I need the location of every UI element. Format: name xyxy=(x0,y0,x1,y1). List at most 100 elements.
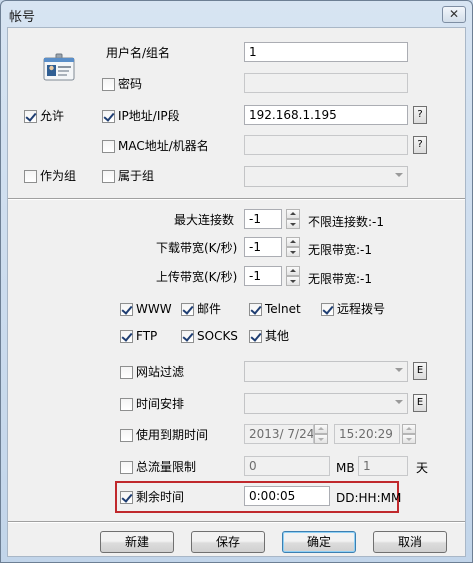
expiry-time-input[interactable]: 15:20:29 xyxy=(334,424,400,444)
expiry-checkbox[interactable]: 使用到期时间 xyxy=(120,427,208,443)
service-mail-check[interactable] xyxy=(181,302,194,316)
service-telnet-checkbox[interactable]: Telnet xyxy=(249,301,301,317)
traffic-input[interactable]: 0 xyxy=(244,456,330,476)
expiry-check[interactable] xyxy=(120,428,133,442)
belongs-group-check[interactable] xyxy=(102,169,115,183)
mac-help-button[interactable]: ? xyxy=(413,136,427,154)
password-input[interactable] xyxy=(244,73,408,93)
service-ftp-check[interactable] xyxy=(120,329,133,343)
schedule-label: 时间安排 xyxy=(136,397,185,411)
service-socks-label: SOCKS xyxy=(197,329,238,343)
service-telnet-label: Telnet xyxy=(265,302,301,316)
max-conn-hint: 不限连接数:-1 xyxy=(308,215,385,229)
traffic-days-unit: 天 xyxy=(416,461,429,475)
service-socks-check[interactable] xyxy=(181,329,194,343)
service-mail-label: 邮件 xyxy=(197,302,222,316)
schedule-check[interactable] xyxy=(120,397,133,411)
allow-checkbox[interactable]: 允许 xyxy=(24,108,64,124)
site-filter-label: 网站过滤 xyxy=(136,365,185,379)
site-filter-check[interactable] xyxy=(120,365,133,379)
traffic-label: 总流量限制 xyxy=(136,460,197,474)
group-select[interactable] xyxy=(244,166,408,187)
service-dialup-label: 远程拨号 xyxy=(337,302,386,316)
download-input[interactable]: -1 xyxy=(244,237,282,257)
remaining-time-label: 剩余时间 xyxy=(136,490,185,504)
password-check[interactable] xyxy=(102,77,115,91)
ip-label: IP地址/IP段 xyxy=(118,109,180,123)
allow-check[interactable] xyxy=(24,109,37,123)
save-button[interactable]: 保存 xyxy=(191,531,265,553)
upload-input[interactable]: -1 xyxy=(244,266,282,286)
close-icon: ✕ xyxy=(448,7,460,21)
service-dialup-check[interactable] xyxy=(321,302,334,316)
ip-check[interactable] xyxy=(102,109,115,123)
as-group-check[interactable] xyxy=(24,169,37,183)
chevron-down-icon xyxy=(395,400,403,404)
as-group-checkbox[interactable]: 作为组 xyxy=(24,168,76,184)
service-ftp-label: FTP xyxy=(136,329,158,343)
expiry-date-input[interactable]: 2013/ 7/24 xyxy=(244,424,314,444)
expiry-date-spinner[interactable] xyxy=(314,424,328,444)
mac-checkbox[interactable]: MAC地址/机器名 xyxy=(102,138,209,154)
traffic-check[interactable] xyxy=(120,460,133,474)
service-www-checkbox[interactable]: WWW xyxy=(120,301,172,317)
download-spinner[interactable] xyxy=(286,237,300,257)
chevron-down-icon xyxy=(395,368,403,372)
service-other-check[interactable] xyxy=(249,329,262,343)
title-bar[interactable]: 帐号 ✕ xyxy=(1,1,472,27)
mac-check[interactable] xyxy=(102,139,115,153)
account-dialog: 帐号 ✕ 用户名/组名 1 密码 允许 IP地址/IP段 192.168.1.1… xyxy=(0,0,473,563)
belongs-group-checkbox[interactable]: 属于组 xyxy=(102,168,154,184)
service-socks-checkbox[interactable]: SOCKS xyxy=(181,328,238,344)
traffic-days-input[interactable]: 1 xyxy=(358,456,408,476)
ip-input[interactable]: 192.168.1.195 xyxy=(244,105,408,125)
traffic-unit: MB xyxy=(336,461,355,475)
ip-checkbox[interactable]: IP地址/IP段 xyxy=(102,108,180,124)
service-www-check[interactable] xyxy=(120,302,133,316)
upload-hint: 无限带宽:-1 xyxy=(308,272,373,286)
as-group-label: 作为组 xyxy=(40,169,77,183)
close-button[interactable]: ✕ xyxy=(442,6,466,23)
site-filter-select[interactable] xyxy=(244,361,408,382)
divider xyxy=(8,198,465,200)
remaining-time-input[interactable]: 0:00:05 xyxy=(244,486,330,506)
id-card-icon xyxy=(43,53,75,81)
mac-label: MAC地址/机器名 xyxy=(118,139,209,153)
remaining-time-checkbox[interactable]: 剩余时间 xyxy=(120,489,184,505)
cancel-button[interactable]: 取消 xyxy=(373,531,447,553)
max-conn-input[interactable]: -1 xyxy=(244,209,282,229)
chevron-down-icon xyxy=(395,173,403,177)
expiry-time-spinner[interactable] xyxy=(402,424,416,444)
upload-spinner[interactable] xyxy=(286,266,300,286)
password-checkbox[interactable]: 密码 xyxy=(102,76,142,92)
belongs-group-label: 属于组 xyxy=(118,169,155,183)
service-dialup-checkbox[interactable]: 远程拨号 xyxy=(321,301,385,317)
allow-label: 允许 xyxy=(40,109,65,123)
service-telnet-check[interactable] xyxy=(249,302,262,316)
service-ftp-checkbox[interactable]: FTP xyxy=(120,328,157,344)
site-filter-checkbox[interactable]: 网站过滤 xyxy=(120,364,184,380)
password-label: 密码 xyxy=(118,77,143,91)
schedule-edit-button[interactable]: E xyxy=(413,394,427,412)
new-button[interactable]: 新建 xyxy=(100,531,174,553)
service-other-checkbox[interactable]: 其他 xyxy=(249,328,289,344)
site-filter-edit-button[interactable]: E xyxy=(413,362,427,380)
remaining-time-check[interactable] xyxy=(120,490,133,504)
dialog-body: 用户名/组名 1 密码 允许 IP地址/IP段 192.168.1.195 ? … xyxy=(7,27,466,557)
upload-label: 上传带宽(K/秒) xyxy=(156,270,238,284)
max-conn-label: 最大连接数 xyxy=(174,213,235,227)
window-title: 帐号 xyxy=(9,10,36,25)
divider xyxy=(8,521,465,523)
ok-button[interactable]: 确定 xyxy=(282,531,356,553)
mac-input[interactable] xyxy=(244,135,408,155)
traffic-checkbox[interactable]: 总流量限制 xyxy=(120,459,196,475)
service-www-label: WWW xyxy=(136,302,172,316)
download-hint: 无限带宽:-1 xyxy=(308,243,373,257)
max-conn-spinner[interactable] xyxy=(286,209,300,229)
schedule-checkbox[interactable]: 时间安排 xyxy=(120,396,184,412)
service-mail-checkbox[interactable]: 邮件 xyxy=(181,301,221,317)
ip-help-button[interactable]: ? xyxy=(413,106,427,124)
username-input[interactable]: 1 xyxy=(244,42,408,62)
schedule-select[interactable] xyxy=(244,393,408,414)
service-other-label: 其他 xyxy=(265,329,290,343)
